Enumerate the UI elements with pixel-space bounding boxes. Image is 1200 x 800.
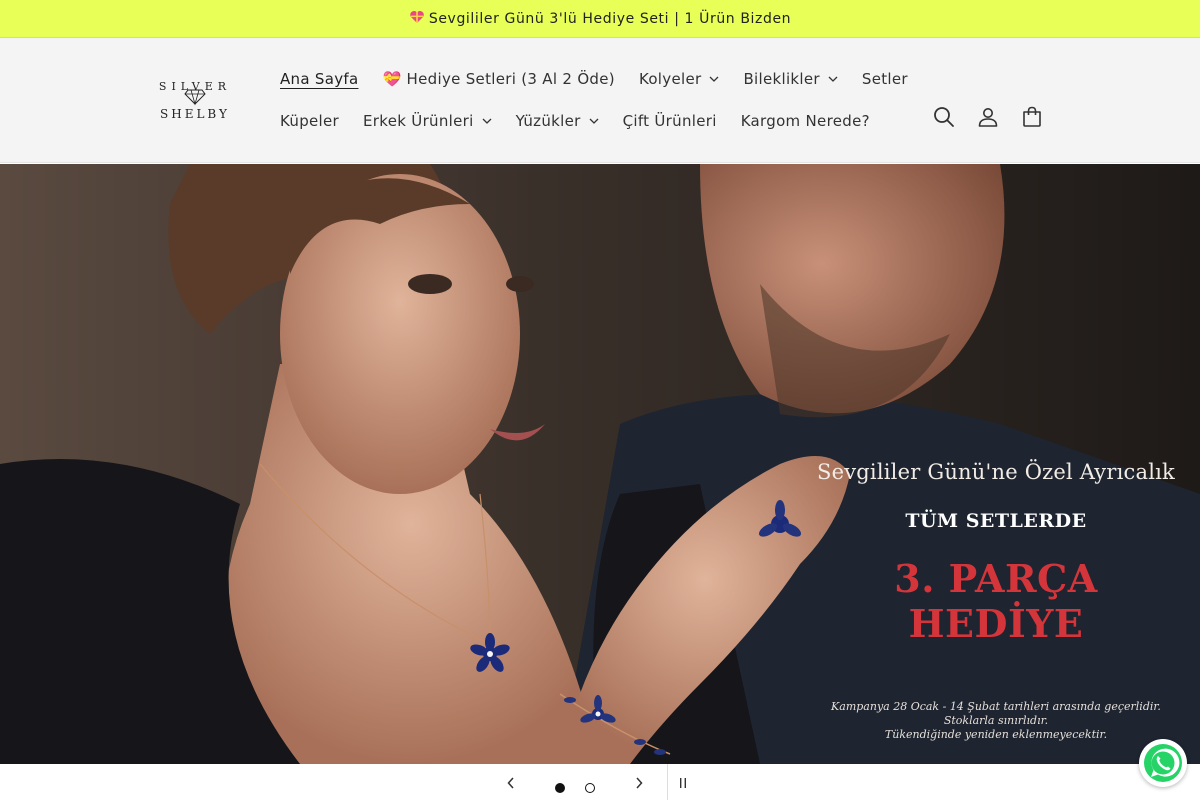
nav-label: Kargom Nerede? bbox=[740, 112, 870, 130]
previous-slide-button[interactable] bbox=[502, 774, 520, 792]
nav-item-ana-sayfa[interactable]: Ana Sayfa bbox=[268, 70, 371, 88]
svg-text:SHELBY: SHELBY bbox=[160, 107, 230, 121]
nav-item-setler[interactable]: Setler bbox=[850, 70, 920, 88]
heart-gift-icon bbox=[409, 10, 425, 28]
hero-title: 3. PARÇA HEDİYE bbox=[894, 556, 1098, 646]
chevron-down-icon bbox=[828, 76, 838, 82]
next-slide-button[interactable] bbox=[630, 774, 648, 792]
whatsapp-chat-button[interactable] bbox=[1139, 739, 1187, 787]
header-icons bbox=[922, 106, 1054, 139]
hero-note-line-2: Tükendiğinde yeniden eklenmeyecektir. bbox=[884, 728, 1108, 741]
nav-label: Küpeler bbox=[280, 112, 340, 130]
nav-label: Bileklikler bbox=[743, 70, 820, 88]
nav-item-bileklikler[interactable]: Bileklikler bbox=[731, 70, 849, 88]
slide-dot-2[interactable] bbox=[585, 783, 595, 793]
nav-label: Setler bbox=[861, 70, 908, 88]
chevron-down-icon bbox=[482, 118, 492, 124]
hero-subtitle: Sevgililer Günü'ne Özel Ayrıcalık bbox=[817, 460, 1175, 484]
nav-item-kolyeler[interactable]: Kolyeler bbox=[627, 70, 732, 88]
pause-slideshow-button[interactable] bbox=[674, 774, 692, 792]
nav-item-kupeler[interactable]: Küpeler bbox=[268, 112, 351, 130]
slide-dot-1[interactable] bbox=[555, 783, 565, 793]
nav-row-1: Ana Sayfa 💝 Hediye Setleri (3 Al 2 Öde) … bbox=[268, 58, 908, 100]
account-icon[interactable] bbox=[966, 95, 1010, 139]
svg-text:SILVER: SILVER bbox=[159, 80, 231, 93]
nav-item-yuzukler[interactable]: Yüzükler bbox=[504, 112, 611, 130]
hero-note-line-1: Kampanya 28 Ocak - 14 Şubat tarihleri ar… bbox=[831, 700, 1161, 727]
nav-item-kargom-nerede[interactable]: Kargom Nerede? bbox=[729, 112, 882, 130]
nav-label: Çift Ürünleri bbox=[622, 112, 717, 130]
nav-item-cift-urunleri[interactable]: Çift Ürünleri bbox=[611, 112, 729, 130]
nav-item-hediye-setleri[interactable]: 💝 Hediye Setleri (3 Al 2 Öde) bbox=[371, 70, 627, 88]
nav-label: 💝 Hediye Setleri (3 Al 2 Öde) bbox=[382, 70, 615, 88]
slider-divider bbox=[667, 764, 668, 800]
whatsapp-icon bbox=[1144, 744, 1182, 782]
nav-item-erkek-urunleri[interactable]: Erkek Ürünleri bbox=[351, 112, 504, 130]
hero-note: Kampanya 28 Ocak - 14 Şubat tarihleri ar… bbox=[816, 700, 1176, 742]
search-icon[interactable] bbox=[922, 95, 966, 139]
hero-banner[interactable]: Sevgililer Günü'ne Özel Ayrıcalık TÜM SE… bbox=[0, 164, 1200, 764]
hero-tag: TÜM SETLERDE bbox=[905, 510, 1087, 532]
slider-controls bbox=[0, 764, 1200, 800]
chevron-down-icon bbox=[709, 76, 719, 82]
nav-label: Erkek Ürünleri bbox=[363, 112, 474, 130]
nav-row-2: Küpeler Erkek Ürünleri Yüzükler Çift Ürü… bbox=[268, 100, 888, 142]
announcement-bar: Sevgililer Günü 3'lü Hediye Seti | 1 Ürü… bbox=[0, 0, 1200, 38]
announcement-text[interactable]: Sevgililer Günü 3'lü Hediye Seti | 1 Ürü… bbox=[429, 11, 791, 27]
nav-label: Yüzükler bbox=[515, 112, 581, 130]
cart-icon[interactable] bbox=[1010, 95, 1054, 139]
site-logo[interactable]: SILVER SHELBY bbox=[155, 76, 235, 126]
nav-label: Ana Sayfa bbox=[280, 70, 359, 88]
chevron-down-icon bbox=[589, 118, 599, 124]
main-navigation: Ana Sayfa 💝 Hediye Setleri (3 Al 2 Öde) … bbox=[268, 58, 908, 142]
site-header: SILVER SHELBY Ana Sayfa 💝 Hediye Setleri… bbox=[0, 38, 1200, 163]
nav-label: Kolyeler bbox=[638, 70, 702, 88]
